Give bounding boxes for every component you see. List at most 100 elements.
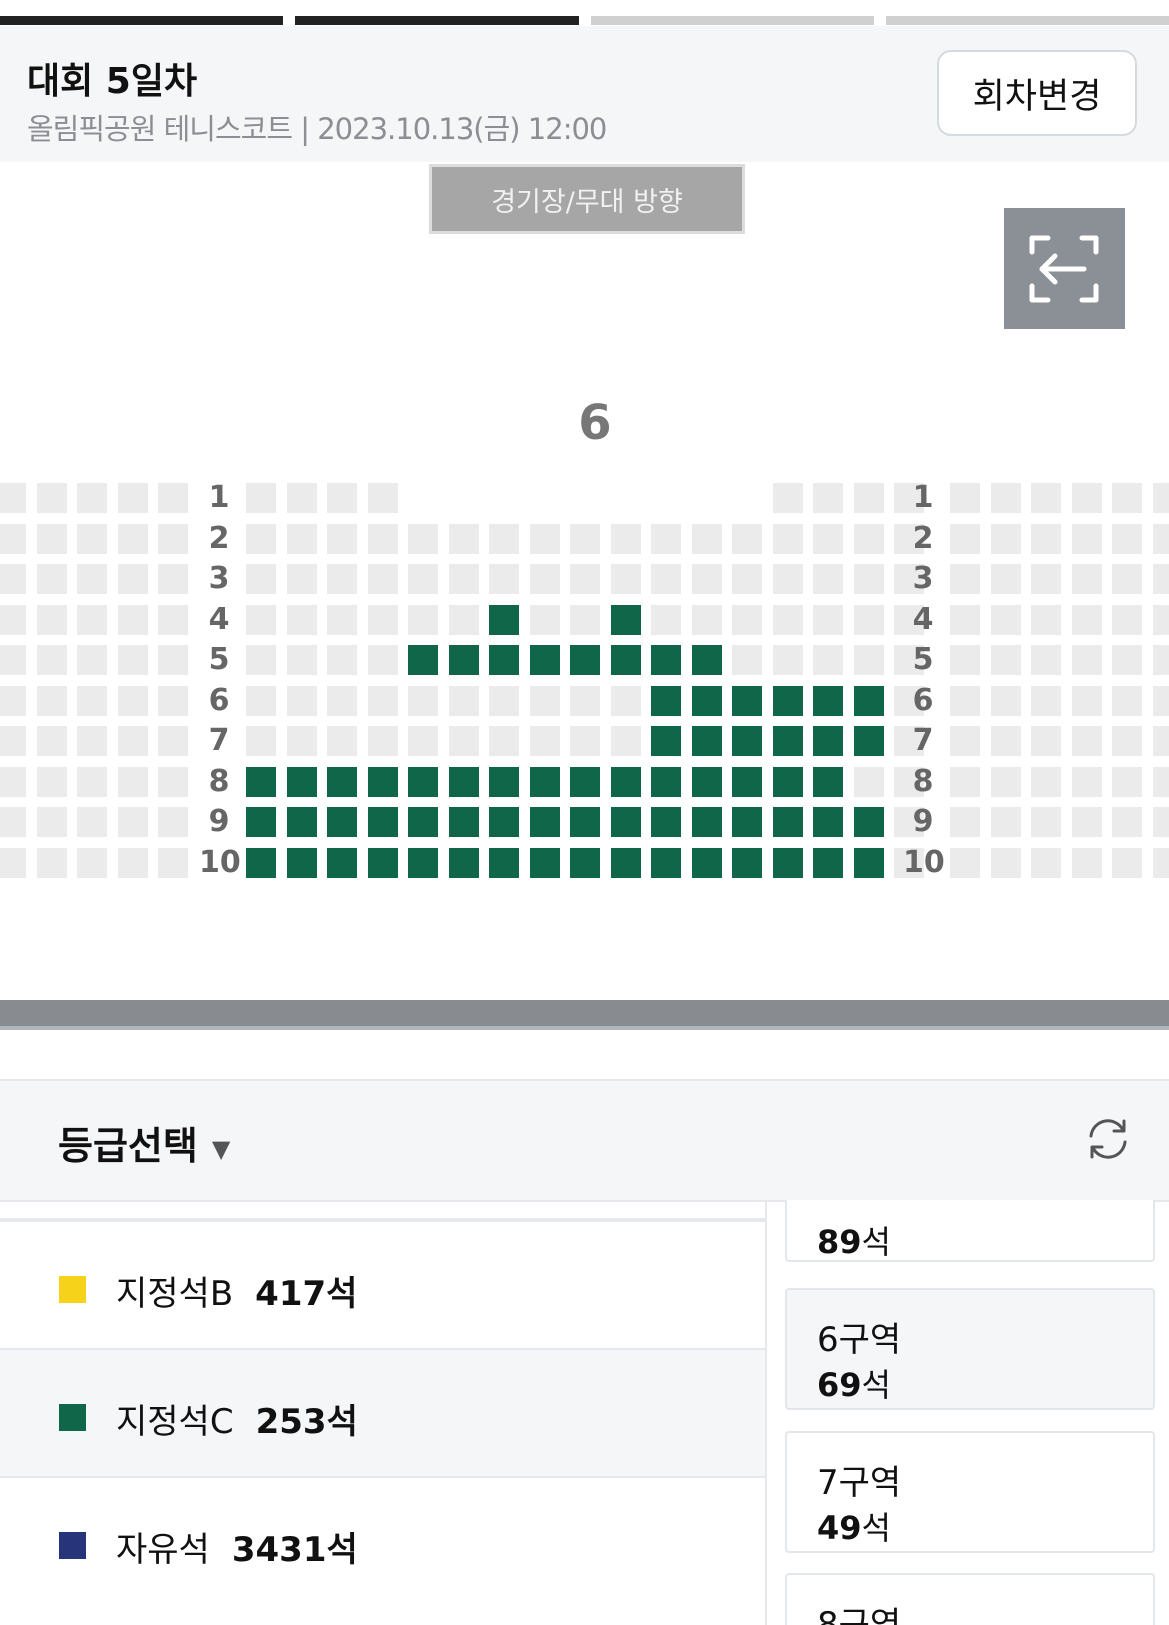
- seat-available[interactable]: [651, 726, 681, 756]
- zone-card[interactable]: 8구역: [785, 1573, 1155, 1625]
- seat-available[interactable]: [529, 645, 560, 675]
- seat-available[interactable]: [691, 766, 722, 797]
- grade-item[interactable]: 지정석C 253석: [0, 1348, 765, 1478]
- seat-available[interactable]: [732, 726, 762, 756]
- seat-available[interactable]: [448, 766, 479, 797]
- seat-available[interactable]: [489, 645, 519, 675]
- seat-available[interactable]: [246, 847, 276, 878]
- refresh-button[interactable]: [1083, 1114, 1133, 1164]
- seat-available[interactable]: [651, 645, 681, 675]
- seat-unavailable: [286, 645, 317, 675]
- seat-available[interactable]: [327, 807, 357, 837]
- grade-select-label: 등급선택: [58, 1124, 198, 1168]
- seat-unavailable: [950, 564, 980, 594]
- seat-available[interactable]: [286, 847, 317, 878]
- seat-available[interactable]: [570, 807, 600, 837]
- seat-unavailable: [1031, 564, 1061, 594]
- seat-available[interactable]: [489, 807, 519, 837]
- seat-available[interactable]: [813, 766, 843, 797]
- seat-available[interactable]: [732, 847, 762, 878]
- seat-available[interactable]: [246, 807, 276, 837]
- seat-available[interactable]: [772, 726, 803, 756]
- seat-unavailable: [0, 847, 26, 878]
- seat-available[interactable]: [529, 847, 560, 878]
- seat-available[interactable]: [772, 847, 803, 878]
- seat-unavailable: [158, 807, 188, 837]
- seat-available[interactable]: [408, 807, 438, 837]
- seat-available[interactable]: [732, 685, 762, 716]
- seat-available[interactable]: [853, 726, 884, 756]
- seat-available[interactable]: [813, 807, 843, 837]
- seat-available[interactable]: [286, 807, 317, 837]
- seat-available[interactable]: [570, 645, 600, 675]
- zone-seat-number: 89: [817, 1223, 862, 1261]
- seat-available[interactable]: [853, 807, 884, 837]
- seat-available[interactable]: [448, 645, 479, 675]
- seat-available[interactable]: [489, 766, 519, 797]
- change-session-button[interactable]: 회차변경: [937, 50, 1137, 136]
- seat-available[interactable]: [651, 766, 681, 797]
- grade-item[interactable]: 자유석 3431석: [0, 1476, 765, 1606]
- seat-unavailable: [0, 645, 26, 675]
- seat-available[interactable]: [610, 766, 641, 797]
- seat-available[interactable]: [772, 807, 803, 837]
- zone-card[interactable]: 7구역 49석: [785, 1431, 1155, 1553]
- seat-available[interactable]: [529, 807, 560, 837]
- seat-available[interactable]: [448, 847, 479, 878]
- seat-available[interactable]: [570, 766, 600, 797]
- seat-unavailable: [117, 483, 148, 513]
- seat-available[interactable]: [327, 766, 357, 797]
- seat-available[interactable]: [489, 847, 519, 878]
- seat-unavailable: [1031, 847, 1061, 878]
- seat-available[interactable]: [772, 685, 803, 716]
- seat-available[interactable]: [286, 766, 317, 797]
- seat-available[interactable]: [570, 847, 600, 878]
- seat-available[interactable]: [246, 766, 276, 797]
- row-label-left: 4: [208, 601, 230, 637]
- exit-fullscreen-button[interactable]: [1004, 208, 1125, 329]
- seat-available[interactable]: [610, 847, 641, 878]
- seat-unavailable: [77, 807, 107, 837]
- seat-available[interactable]: [651, 847, 681, 878]
- seat-available[interactable]: [651, 807, 681, 837]
- seat-available[interactable]: [691, 726, 722, 756]
- seat-available[interactable]: [691, 847, 722, 878]
- seat-available[interactable]: [772, 766, 803, 797]
- grade-item[interactable]: 지정석B 417석: [0, 1220, 765, 1350]
- seat-unavailable: [77, 685, 107, 716]
- seat-available[interactable]: [813, 847, 843, 878]
- seat-available[interactable]: [408, 847, 438, 878]
- seat-available[interactable]: [408, 766, 438, 797]
- seat-unavailable: [327, 685, 357, 716]
- seat-available[interactable]: [853, 847, 884, 878]
- seat-available[interactable]: [367, 766, 398, 797]
- zone-card[interactable]: 6구역 69석: [785, 1288, 1155, 1410]
- seat-available[interactable]: [367, 847, 398, 878]
- seat-unavailable: [990, 766, 1021, 797]
- seat-available[interactable]: [610, 807, 641, 837]
- seat-available[interactable]: [529, 766, 560, 797]
- seat-available[interactable]: [610, 645, 641, 675]
- grade-select-dropdown[interactable]: 등급선택 ▼: [58, 1115, 230, 1170]
- seat-available[interactable]: [691, 807, 722, 837]
- seat-available[interactable]: [732, 766, 762, 797]
- seat-unavailable: [246, 726, 276, 756]
- seat-available[interactable]: [813, 685, 843, 716]
- seat-available[interactable]: [367, 807, 398, 837]
- seat-available[interactable]: [448, 807, 479, 837]
- seat-available[interactable]: [489, 604, 519, 635]
- seat-available[interactable]: [651, 685, 681, 716]
- seat-available[interactable]: [691, 685, 722, 716]
- seat-available[interactable]: [408, 645, 438, 675]
- seat-unavailable: [853, 766, 884, 797]
- seat-available[interactable]: [813, 726, 843, 756]
- seat-unavailable: [1152, 847, 1169, 878]
- seat-available[interactable]: [327, 847, 357, 878]
- seat-available[interactable]: [610, 604, 641, 635]
- seat-available[interactable]: [853, 685, 884, 716]
- seat-available[interactable]: [732, 807, 762, 837]
- zone-card[interactable]: 89석: [785, 1200, 1155, 1262]
- seat-unavailable: [77, 604, 107, 635]
- seat-available[interactable]: [691, 645, 722, 675]
- grade-label: 자유석: [116, 1530, 210, 1570]
